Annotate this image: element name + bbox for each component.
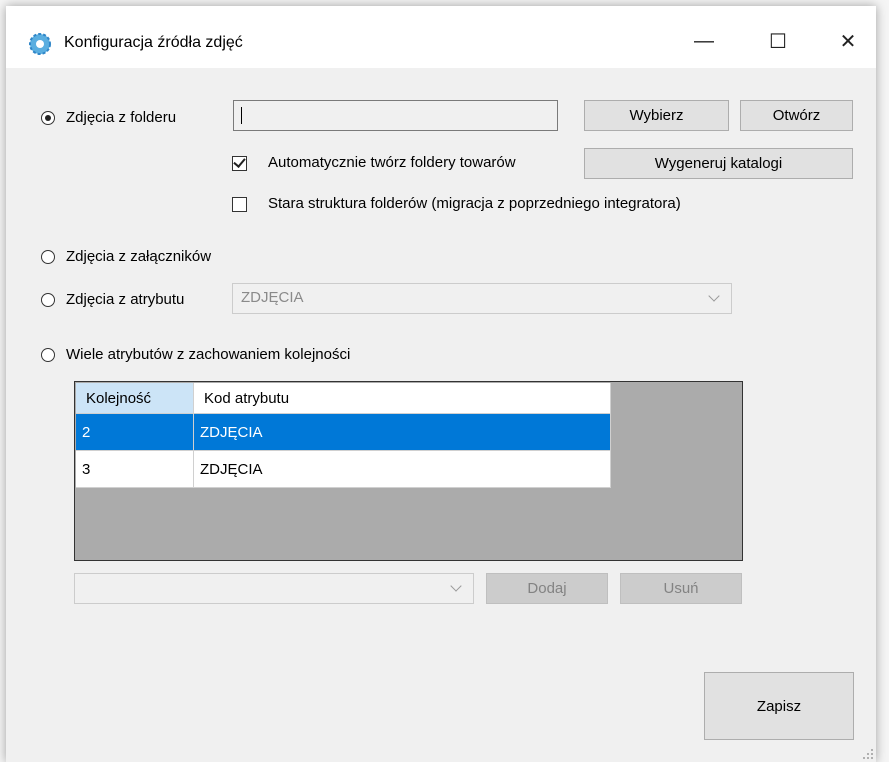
attribute-combo[interactable]: ZDJĘCIA xyxy=(232,283,732,314)
save-button[interactable]: Zapisz xyxy=(704,672,854,740)
radio-folder[interactable] xyxy=(41,111,55,125)
old-structure-checkbox[interactable] xyxy=(232,197,247,212)
maximize-button[interactable]: ☐ xyxy=(744,16,812,66)
column-header-order[interactable]: Kolejność xyxy=(76,383,194,414)
radio-multi-attribute[interactable] xyxy=(41,348,55,362)
dialog-window: Konfiguracja źródła zdjęć — ☐ ✕ Zdjęcia … xyxy=(6,6,876,762)
column-header-code[interactable]: Kod atrybutu xyxy=(193,383,611,414)
cell-order[interactable]: 3 xyxy=(76,450,194,488)
choose-folder-button[interactable]: Wybierz xyxy=(584,100,729,131)
attributes-grid[interactable]: Kolejność Kod atrybutu 2 ZDJĘCIA 3 ZDJĘC… xyxy=(74,381,743,561)
window-title: Konfiguracja źródła zdjęć xyxy=(64,34,243,51)
title-bar[interactable]: Konfiguracja źródła zdjęć — ☐ ✕ xyxy=(6,6,876,68)
cell-order[interactable]: 2 xyxy=(76,413,194,451)
resize-grip-icon[interactable] xyxy=(862,748,874,760)
radio-attachments[interactable] xyxy=(41,250,55,264)
auto-create-checkbox[interactable] xyxy=(232,155,247,171)
chevron-down-icon xyxy=(708,290,720,302)
checkmark-icon xyxy=(233,155,246,168)
add-attribute-button: Dodaj xyxy=(486,573,608,604)
minimize-icon: — xyxy=(694,29,714,52)
attribute-combo-value: ZDJĘCIA xyxy=(241,289,304,306)
attribute-picker-combo xyxy=(74,573,474,604)
folder-path-input[interactable] xyxy=(233,100,558,131)
generate-catalogs-button[interactable]: Wygeneruj katalogi xyxy=(584,148,853,179)
maximize-icon: ☐ xyxy=(769,30,787,53)
dialog-content: Zdjęcia z folderu Wybierz Otwórz Automat… xyxy=(6,68,876,762)
radio-attribute[interactable] xyxy=(41,293,55,307)
attributes-table: Kolejność Kod atrybutu 2 ZDJĘCIA 3 ZDJĘC… xyxy=(76,383,611,488)
app-gear-icon xyxy=(29,33,51,55)
table-row[interactable]: 2 ZDJĘCIA xyxy=(76,413,611,451)
table-row[interactable]: 3 ZDJĘCIA xyxy=(76,450,611,488)
close-button[interactable]: ✕ xyxy=(814,16,882,66)
radio-folder-label[interactable]: Zdjęcia z folderu xyxy=(66,109,176,126)
old-structure-label[interactable]: Stara struktura folderów (migracja z pop… xyxy=(268,195,681,212)
auto-create-label[interactable]: Automatycznie twórz foldery towarów xyxy=(268,154,516,171)
cell-code[interactable]: ZDJĘCIA xyxy=(193,413,611,451)
chevron-down-icon xyxy=(450,580,462,592)
remove-attribute-button: Usuń xyxy=(620,573,742,604)
grid-header-row: Kolejność Kod atrybutu xyxy=(76,383,611,414)
radio-multi-attribute-label[interactable]: Wiele atrybutów z zachowaniem kolejności xyxy=(66,346,350,363)
text-caret xyxy=(241,107,242,124)
cell-code[interactable]: ZDJĘCIA xyxy=(193,450,611,488)
open-folder-button[interactable]: Otwórz xyxy=(740,100,853,131)
radio-attachments-label[interactable]: Zdjęcia z załączników xyxy=(66,248,211,265)
minimize-button[interactable]: — xyxy=(670,16,738,66)
radio-attribute-label[interactable]: Zdjęcia z atrybutu xyxy=(66,291,184,308)
close-icon: ✕ xyxy=(839,30,857,53)
